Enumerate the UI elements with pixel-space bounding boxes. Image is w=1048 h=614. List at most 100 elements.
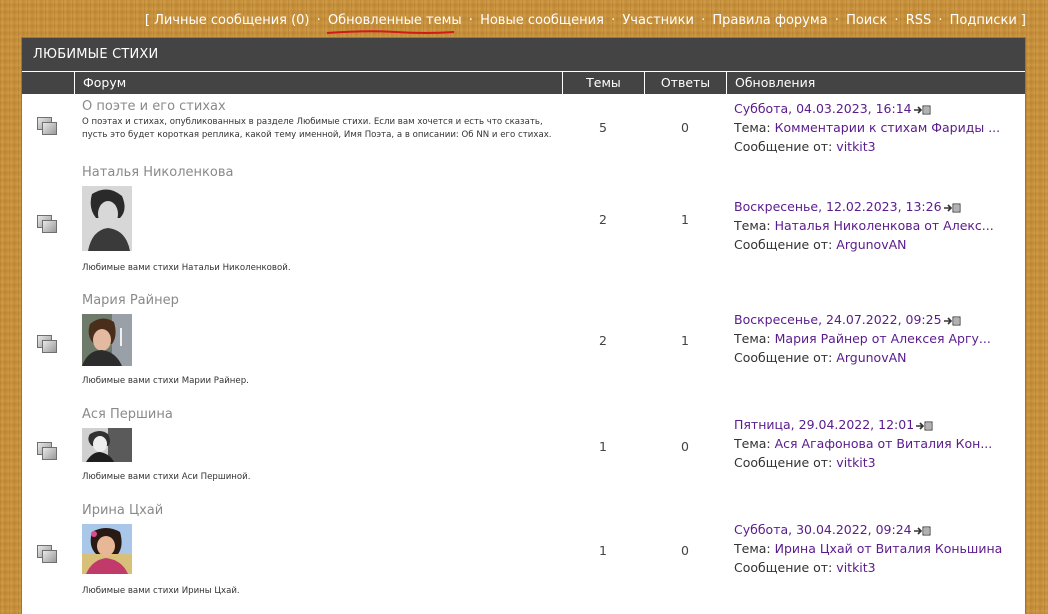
header-icon-column [22,72,74,94]
topics-count: 1 [562,403,644,499]
updated-topics-wrapper: Обновленные темы [326,13,466,34]
forum-icon-cell [22,161,74,289]
last-update: Суббота, 30.04.2022, 09:24 Тема: Ирина Ц… [726,499,1025,614]
message-prefix: Сообщение от: [734,350,833,365]
last-topic-link[interactable]: Ася Агафонова от Виталия Кон... [775,436,993,451]
forum-title-link[interactable]: Наталья Николенкова [82,165,562,180]
last-post-date-link[interactable]: Воскресенье, 24.07.2022, 09:25 [734,312,942,327]
goto-last-post-icon[interactable] [916,421,934,431]
replies-value: 0 [681,543,689,558]
last-author-link[interactable]: ArgunovAN [836,237,906,252]
poet-avatar [82,314,132,366]
forum-title-link[interactable]: О поэте и его стихах [82,99,562,114]
forum-info: Мария Райнер Любимые вами стихи Марии Ра… [74,289,562,403]
goto-last-post-icon[interactable] [913,105,932,115]
topic-prefix: Тема: [734,541,771,556]
goto-last-post-icon[interactable] [943,316,962,326]
new-messages-link[interactable]: Новые сообщения [480,13,604,28]
replies-count: 1 [644,289,726,403]
forum-title-link[interactable]: Мария Райнер [82,293,562,308]
bracket-close: ] [1020,13,1026,28]
updated-topics-link[interactable]: Обновленные темы [328,13,462,28]
forum-rules-link[interactable]: Правила форума [712,13,827,28]
replies-count: 0 [644,403,726,499]
poet-avatar [82,186,132,251]
forum-row: О поэте и его стихах О поэтах и стихах, … [22,94,1025,161]
topics-value: 1 [599,543,607,558]
forum-title-link[interactable]: Ирина Цхай [82,503,562,518]
topics-value: 2 [599,333,607,348]
topic-prefix: Тема: [734,218,771,233]
forum-icon-cell [22,403,74,499]
replies-count: 0 [644,499,726,614]
topics-value: 1 [599,439,607,454]
forum-info: Ирина Цхай Любимые вами стихи Ирины Цхай… [74,499,562,614]
forum-folder-icon [37,215,57,233]
forum-description: Любимые вами стихи Аси Першиной. [82,472,251,482]
nav-separator: · [701,13,706,28]
forum-description: Любимые вами стихи Марии Райнер. [82,376,249,386]
forum-folder-icon [37,335,57,353]
topics-count: 2 [562,289,644,403]
replies-value: 0 [681,439,689,454]
replies-value: 1 [681,212,689,227]
goto-last-post-icon[interactable] [943,203,962,213]
nav-separator: · [894,13,899,28]
forum-icon-cell [22,94,74,161]
last-post-date-link[interactable]: Суббота, 04.03.2023, 16:14 [734,101,912,116]
header-forum: Форум [74,72,562,94]
nav-separator: · [938,13,943,28]
last-topic-link[interactable]: Ирина Цхай от Виталия Коньшина [775,541,1003,556]
header-topics: Темы [562,72,644,94]
nav-separator: · [611,13,616,28]
forum-info: Наталья Николенкова Любимые вами стихи Н… [74,161,562,289]
last-post-date-link[interactable]: Суббота, 30.04.2022, 09:24 [734,522,912,537]
private-messages-link[interactable]: Личные сообщения (0) [154,13,309,28]
forum-folder-icon [37,545,57,563]
forum-icon-cell [22,289,74,403]
top-navigation: [ Личные сообщения (0) · Обновленные тем… [144,13,1026,34]
forum-info: О поэте и его стихах О поэтах и стихах, … [74,94,562,161]
forum-description: О поэтах и стихах, опубликованных в разд… [82,117,552,140]
replies-value: 1 [681,333,689,348]
replies-value: 0 [681,120,689,135]
forum-icon-cell [22,499,74,614]
last-update: Пятница, 29.04.2022, 12:01 Тема: Ася Ага… [726,403,1025,499]
search-link[interactable]: Поиск [846,13,887,28]
nav-separator: · [468,13,473,28]
last-update: Суббота, 04.03.2023, 16:14 Тема: Коммент… [726,94,1025,161]
bracket-open: [ [144,13,150,28]
replies-count: 1 [644,161,726,289]
last-author-link[interactable]: vitkit3 [836,139,875,154]
forum-row: Ася Першина Любимые вами стихи Аси Перши… [22,403,1025,499]
last-author-link[interactable]: vitkit3 [836,560,875,575]
poet-avatar [82,428,132,462]
topics-count: 1 [562,499,644,614]
last-topic-link[interactable]: Мария Райнер от Алексея Аргу... [775,331,991,346]
poet-avatar [82,524,132,574]
goto-last-post-icon[interactable] [913,526,932,536]
forum-description: Любимые вами стихи Натальи Николенковой. [82,263,291,273]
topics-value: 2 [599,212,607,227]
forum-row: Мария Райнер Любимые вами стихи Марии Ра… [22,289,1025,403]
forum-row: Ирина Цхай Любимые вами стихи Ирины Цхай… [22,499,1025,614]
topic-prefix: Тема: [734,436,771,451]
forum-folder-icon [37,117,57,135]
last-author-link[interactable]: vitkit3 [836,455,875,470]
members-link[interactable]: Участники [622,13,694,28]
nav-separator: · [316,13,321,28]
forum-folder-icon [37,442,57,460]
header-updates: Обновления [726,72,1025,94]
forum-description: Любимые вами стихи Ирины Цхай. [82,586,240,596]
forum-title-link[interactable]: Ася Першина [82,407,562,422]
last-post-date-link[interactable]: Воскресенье, 12.02.2023, 13:26 [734,199,942,214]
subscriptions-link[interactable]: Подписки [950,13,1017,28]
message-prefix: Сообщение от: [734,237,833,252]
rss-link[interactable]: RSS [906,13,932,28]
last-topic-link[interactable]: Наталья Николенкова от Алекс... [775,218,994,233]
last-topic-link[interactable]: Комментарии к стихам Фариды ... [775,120,1001,135]
last-author-link[interactable]: ArgunovAN [836,350,906,365]
topics-count: 2 [562,161,644,289]
last-post-date-link[interactable]: Пятница, 29.04.2022, 12:01 [734,417,914,432]
topics-count: 5 [562,94,644,161]
